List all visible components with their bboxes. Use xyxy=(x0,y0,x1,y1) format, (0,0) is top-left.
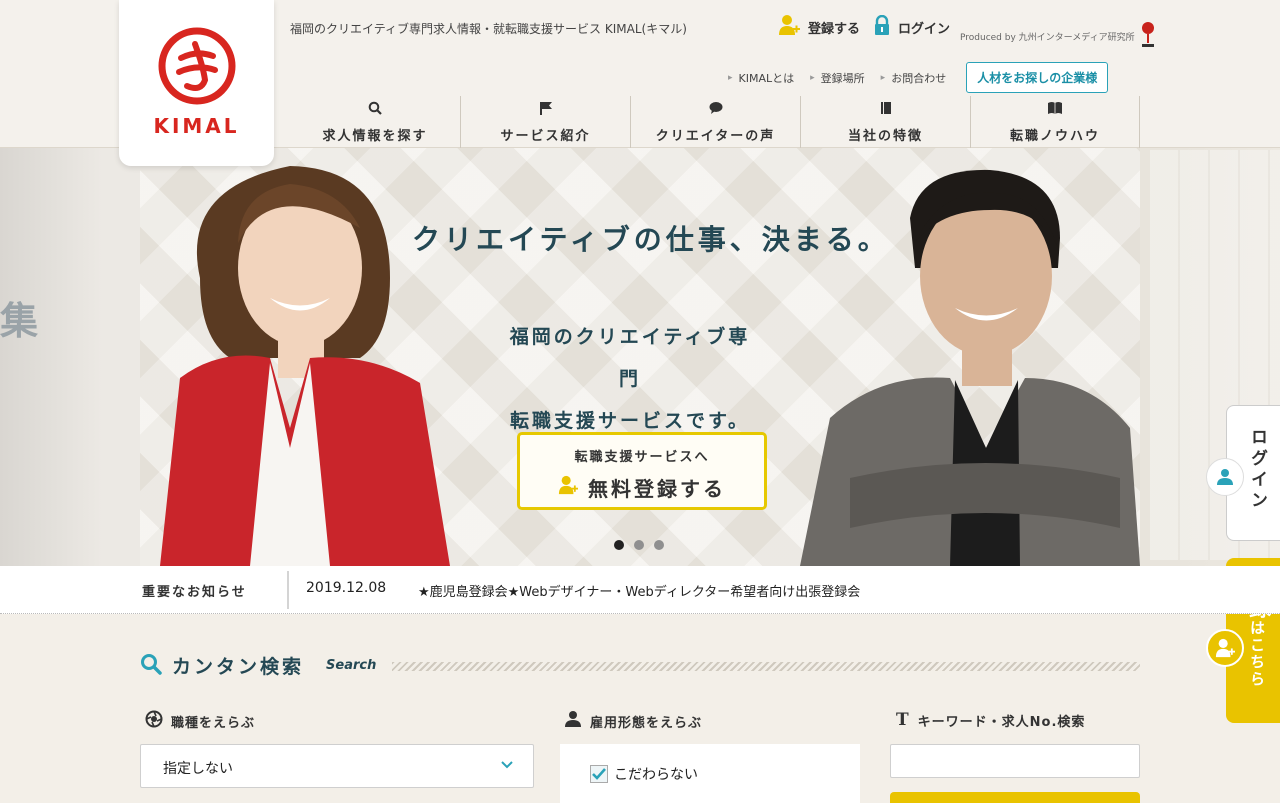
text-t-icon: T xyxy=(896,710,910,730)
produced-by-text: Produced by 九州インターメディア研究所 xyxy=(960,33,1135,43)
hero-title: クリエイティブの仕事、決まる。 xyxy=(412,223,890,256)
search-icon xyxy=(368,100,382,119)
kimal-logo-mark-icon xyxy=(158,27,235,105)
job-type-heading: 職種をえらぶ xyxy=(145,710,255,732)
news-date: 2019.12.08 xyxy=(306,580,387,596)
hero-subtitle: 福岡のクリエイティブ専門 転職支援サービスです。 xyxy=(500,316,760,442)
register-link-label: 登録する xyxy=(808,21,861,37)
produced-by: Produced by 九州インターメディア研究所 xyxy=(960,20,1157,53)
corporate-button[interactable]: 人材をお探しの企業様 xyxy=(966,62,1109,93)
sub-nav: ▸ KIMALとは ▸ 登録場所 ▸ お問合わせ 人材をお探しの企業様 xyxy=(728,62,1109,93)
news-link[interactable]: ★鹿児島登録会★Webデザイナー・Webディレクター希望者向け出張登録会 xyxy=(418,581,860,600)
employment-options: こだわらない xyxy=(560,744,860,803)
main-nav: 求人情報を探す サービス紹介 クリエイターの声 当社の特徴 転職ノウハウ xyxy=(290,96,1140,148)
site-tagline: 福岡のクリエイティブ専門求人情報・就転職支援サービス KIMAL(キマル) xyxy=(290,22,687,36)
chevron-right-icon: ▸ xyxy=(810,72,815,83)
flag-icon xyxy=(539,100,553,119)
search-title-en: Search xyxy=(326,658,377,673)
sub-link-label: 登録場所 xyxy=(820,71,865,85)
side-register-user-plus-icon xyxy=(1206,629,1244,667)
login-link-label: ログイン xyxy=(898,21,951,37)
search-heading-rule xyxy=(392,662,1140,671)
man-photo xyxy=(800,169,1140,566)
hero-subtitle-line: 福岡のクリエイティブ専門 xyxy=(509,326,751,390)
woman-photo xyxy=(160,166,450,566)
employment-option-any[interactable]: こだわらない xyxy=(590,764,698,784)
nav-item-jobs[interactable]: 求人情報を探す xyxy=(290,96,460,148)
user-plus-icon xyxy=(558,475,578,500)
nav-item-voices[interactable]: クリエイターの声 xyxy=(630,96,800,148)
hero-carousel: クリエイティブの仕事、決まる。 福岡のクリエイティブ専門 転職支援サービスです。… xyxy=(140,148,1140,566)
important-news-bar: 重要なお知らせ 2019.12.08 ★鹿児島登録会★Webデザイナー・Webデ… xyxy=(0,566,1280,614)
hero-left-decoration: 集 xyxy=(0,299,39,343)
carousel-dot[interactable] xyxy=(614,540,624,550)
nav-item-services[interactable]: サービス紹介 xyxy=(460,96,630,148)
search-icon xyxy=(140,653,162,679)
search-heading: カンタン検索 Search xyxy=(140,652,376,679)
top-links: 登録する ログイン xyxy=(778,14,954,40)
job-type-label: 職種をえらぶ xyxy=(171,715,256,731)
side-login-label: ログイン xyxy=(1247,428,1267,512)
open-book-icon xyxy=(1047,100,1063,119)
carousel-dot[interactable] xyxy=(654,540,664,550)
nav-label: サービス紹介 xyxy=(500,129,591,144)
checkbox-checked-icon[interactable] xyxy=(590,765,608,783)
login-link[interactable]: ログイン xyxy=(874,14,951,39)
sub-link-label: KIMALとは xyxy=(738,71,795,85)
sub-link-contact[interactable]: ▸ お問合わせ xyxy=(881,70,947,86)
employment-option-label: こだわらない xyxy=(614,767,698,783)
job-type-value: 指定しない xyxy=(163,761,233,777)
company-logo-icon xyxy=(1139,20,1157,53)
nav-label: 求人情報を探す xyxy=(322,129,428,144)
news-label: 重要なお知らせ xyxy=(142,585,247,600)
nav-label: 転職ノウハウ xyxy=(1009,129,1100,144)
news-divider xyxy=(287,571,289,609)
keyword-input[interactable] xyxy=(890,744,1140,778)
user-icon xyxy=(564,710,582,732)
nav-item-features[interactable]: 当社の特徴 xyxy=(800,96,970,148)
register-link[interactable]: 登録する xyxy=(778,14,860,40)
chevron-down-icon xyxy=(501,758,513,773)
lock-icon xyxy=(874,14,890,39)
carousel-dots xyxy=(614,540,664,550)
cta-main: 無料登録する xyxy=(520,473,764,502)
keyword-heading: T キーワード・求人No.検索 xyxy=(896,710,1085,730)
cta-main-text: 無料登録する xyxy=(588,477,726,501)
search-title: カンタン検索 xyxy=(172,656,305,678)
employment-label: 雇用形態をえらぶ xyxy=(590,715,703,731)
carousel-dot[interactable] xyxy=(634,540,644,550)
user-plus-icon xyxy=(778,14,800,40)
site-logo[interactable]: KIMAL xyxy=(119,0,274,166)
employment-heading: 雇用形態をえらぶ xyxy=(564,710,702,732)
speech-bubble-icon xyxy=(709,100,723,119)
search-submit-button[interactable] xyxy=(890,792,1140,803)
side-register-sub: はこちら xyxy=(1248,620,1266,688)
job-type-select[interactable]: 指定しない xyxy=(140,744,534,788)
side-login-user-icon xyxy=(1206,458,1244,496)
book-icon xyxy=(879,100,893,119)
logo-text: KIMAL xyxy=(153,114,240,138)
sub-link-label: お問合わせ xyxy=(891,71,947,85)
sub-link-locations[interactable]: ▸ 登録場所 xyxy=(810,70,865,86)
chevron-right-icon: ▸ xyxy=(880,72,886,83)
sub-link-about[interactable]: ▸ KIMALとは xyxy=(728,70,794,86)
nav-label: クリエイターの声 xyxy=(655,129,776,144)
keyword-label: キーワード・求人No.検索 xyxy=(917,714,1086,730)
aperture-icon xyxy=(145,710,163,732)
chevron-right-icon: ▸ xyxy=(728,72,733,83)
nav-item-knowhow[interactable]: 転職ノウハウ xyxy=(970,96,1140,148)
cta-top-text: 転職支援サービスへ xyxy=(574,450,710,465)
nav-label: 当社の特徴 xyxy=(847,129,923,144)
free-register-cta-button[interactable]: 転職支援サービスへ 無料登録する xyxy=(517,432,767,510)
